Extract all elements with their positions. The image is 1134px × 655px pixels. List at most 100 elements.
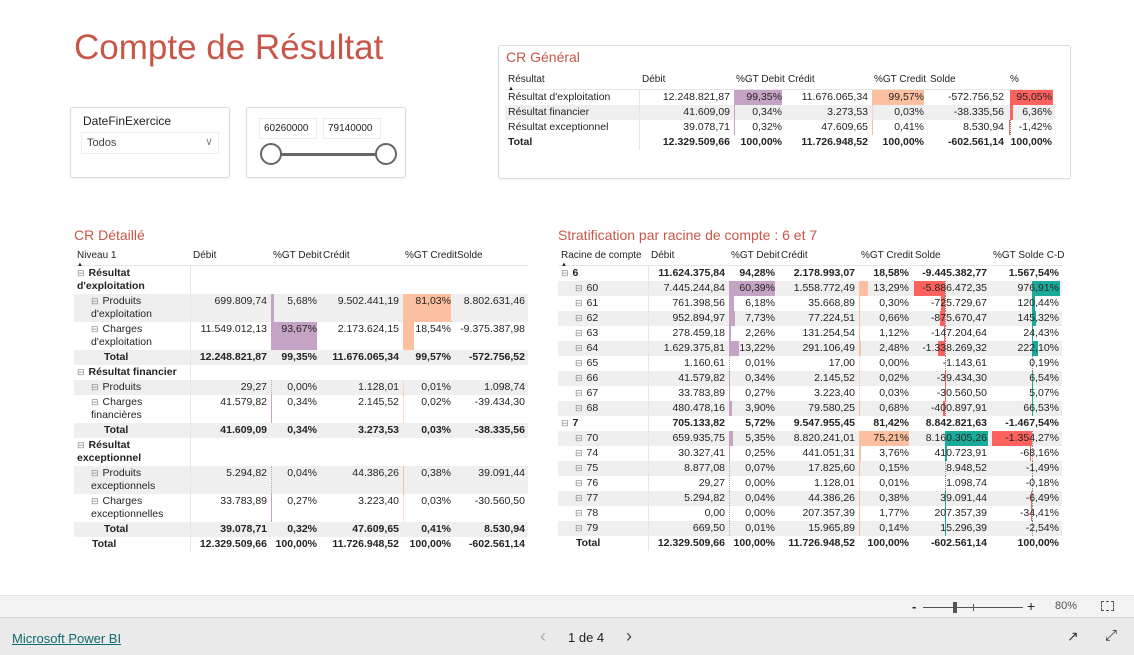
column-header[interactable]: %GT Debit xyxy=(733,72,785,90)
expand-icon[interactable]: ⊟ xyxy=(91,467,99,480)
column-header[interactable]: Solde xyxy=(927,72,1007,90)
date-dropdown[interactable]: Todos ∨ xyxy=(81,132,219,154)
collapse-icon[interactable]: ⊟ xyxy=(77,439,85,452)
expand-icon[interactable]: ⊟ xyxy=(575,312,583,325)
collapse-icon[interactable]: ⊟ xyxy=(77,267,85,280)
column-header-label: Crédit xyxy=(323,250,350,261)
row-label: Total xyxy=(74,423,191,438)
column-header[interactable]: Solde xyxy=(912,248,990,266)
prev-page-button[interactable]: ‹ xyxy=(540,626,546,647)
column-header[interactable]: %GT Solde C-D xyxy=(990,248,1065,266)
cell-value: 0,30% xyxy=(879,297,909,309)
cell--gt-debit: 0,00% xyxy=(270,380,320,395)
grand-total-row: Total 12.329.509,66 100,00% 11.726.948,52 10… xyxy=(558,536,1062,551)
cell-value: 93,67% xyxy=(281,323,317,335)
column-header-label: %GT Debit xyxy=(736,74,785,85)
cell-value: 8.820.241,01 xyxy=(793,432,855,444)
column-header[interactable]: Solde xyxy=(454,248,528,266)
data-bar xyxy=(729,326,731,341)
collapse-icon[interactable]: ⊟ xyxy=(561,267,569,280)
column-header[interactable]: %GT Debit xyxy=(728,248,780,266)
fit-to-page-icon[interactable] xyxy=(1101,601,1114,611)
expand-icon[interactable]: ⊟ xyxy=(575,402,583,415)
expand-icon[interactable]: ⊟ xyxy=(91,323,99,336)
column-header[interactable]: %GT Debit xyxy=(270,248,322,266)
column-header[interactable]: % xyxy=(1007,72,1055,90)
cell-solde: -30.560,50 xyxy=(912,386,990,401)
cell-solde: -602.561,14 xyxy=(927,135,1007,150)
expand-icon[interactable]: ⊟ xyxy=(575,342,583,355)
cell-cr-dit: 15.965,89 xyxy=(778,521,858,536)
expand-icon[interactable]: ⊟ xyxy=(91,381,99,394)
data-bar-axis xyxy=(729,461,730,476)
share-icon[interactable]: ↗︎ xyxy=(1067,628,1079,645)
expand-icon[interactable]: ⊟ xyxy=(575,372,583,385)
cell-d-bit: 12.248.821,87 xyxy=(639,90,733,106)
expand-icon[interactable]: ⊟ xyxy=(575,282,583,295)
expand-icon[interactable]: ⊟ xyxy=(91,396,99,409)
row-label: Total xyxy=(74,350,191,365)
column-header[interactable]: Crédit xyxy=(320,248,402,266)
column-header[interactable]: Débit xyxy=(639,72,733,90)
zoom-out-button[interactable]: - xyxy=(912,599,916,614)
data-bar-axis xyxy=(729,356,730,371)
zoom-in-button[interactable]: + xyxy=(1027,598,1035,614)
expand-icon[interactable]: ⊟ xyxy=(91,495,99,508)
expand-icon[interactable]: ⊟ xyxy=(575,387,583,400)
expand-icon[interactable]: ⊟ xyxy=(575,492,583,505)
column-header[interactable]: %GT Credit xyxy=(871,72,927,90)
column-header[interactable]: Débit xyxy=(648,248,728,266)
range-min-handle[interactable] xyxy=(260,143,282,165)
column-header[interactable]: Débit xyxy=(190,248,270,266)
zoom-slider[interactable] xyxy=(923,602,1023,613)
range-max-handle[interactable] xyxy=(375,143,397,165)
expand-icon[interactable]: ⊟ xyxy=(575,462,583,475)
expand-icon[interactable]: ⊟ xyxy=(575,447,583,460)
collapse-icon[interactable]: ⊟ xyxy=(77,366,85,379)
column-header[interactable]: Résultat ▲ xyxy=(505,72,639,92)
column-header[interactable]: Crédit xyxy=(785,72,871,90)
expand-icon[interactable]: ⊟ xyxy=(575,507,583,520)
cell--gt-credit: 0,02% xyxy=(858,371,912,386)
row-label: ⊟ 74 xyxy=(558,446,649,461)
expand-icon[interactable]: ⊟ xyxy=(91,295,99,308)
cell--gt-debit: 93,67% xyxy=(270,322,320,350)
expand-icon[interactable]: ⊟ xyxy=(575,357,583,370)
column-header[interactable]: Niveau 1 ▲ xyxy=(74,248,190,268)
cell-cr-dit xyxy=(320,438,402,466)
zoom-slider-handle[interactable] xyxy=(953,602,957,613)
column-header[interactable]: %GT Credit xyxy=(858,248,913,266)
data-bar-axis xyxy=(403,395,404,423)
fullscreen-icon[interactable]: ⤢ xyxy=(1105,627,1117,644)
cell--gt-debit: 0,00% xyxy=(728,476,778,491)
expand-icon[interactable]: ⊟ xyxy=(575,522,583,535)
range-min-input[interactable]: 60260000 xyxy=(259,118,317,139)
range-max-input[interactable]: 79140000 xyxy=(323,118,381,139)
column-header-label: %GT Credit xyxy=(874,74,927,85)
cell--: 100,00% xyxy=(1007,135,1055,150)
cell--gt-debit: 0,34% xyxy=(270,423,320,438)
cell--gt-debit: 0,01% xyxy=(728,356,778,371)
expand-icon[interactable]: ⊟ xyxy=(575,297,583,310)
cell-d-bit: 30.327,41 xyxy=(648,446,728,461)
footer-bar: Microsoft Power BI ‹ 1 de 4 › ↗︎ ⤢ xyxy=(0,618,1134,655)
expand-icon[interactable]: ⊟ xyxy=(575,432,583,445)
cell-cr-dit: 35.668,89 xyxy=(778,296,858,311)
column-header[interactable]: Crédit xyxy=(778,248,858,266)
expand-icon[interactable]: ⊟ xyxy=(575,327,583,340)
cell-value: 33.783,89 xyxy=(220,495,267,507)
collapse-icon[interactable]: ⊟ xyxy=(561,417,569,430)
column-header-label: Crédit xyxy=(788,74,815,85)
column-header[interactable]: Racine de compte ▲ xyxy=(558,248,648,268)
expand-icon[interactable]: ⊟ xyxy=(575,477,583,490)
row-label-text: Charges exceptionnelles xyxy=(91,495,164,520)
next-page-button[interactable]: › xyxy=(626,626,632,647)
cell-value: 131.254,54 xyxy=(802,327,855,339)
row-label-text: 64 xyxy=(586,342,599,354)
data-bar-axis xyxy=(859,371,860,386)
column-header[interactable]: %GT Credit xyxy=(402,248,457,266)
data-bar-axis xyxy=(859,476,860,491)
cell--gt-debit xyxy=(270,438,320,466)
cell-value: 1,77% xyxy=(879,507,909,519)
power-bi-link[interactable]: Microsoft Power BI xyxy=(12,631,121,646)
